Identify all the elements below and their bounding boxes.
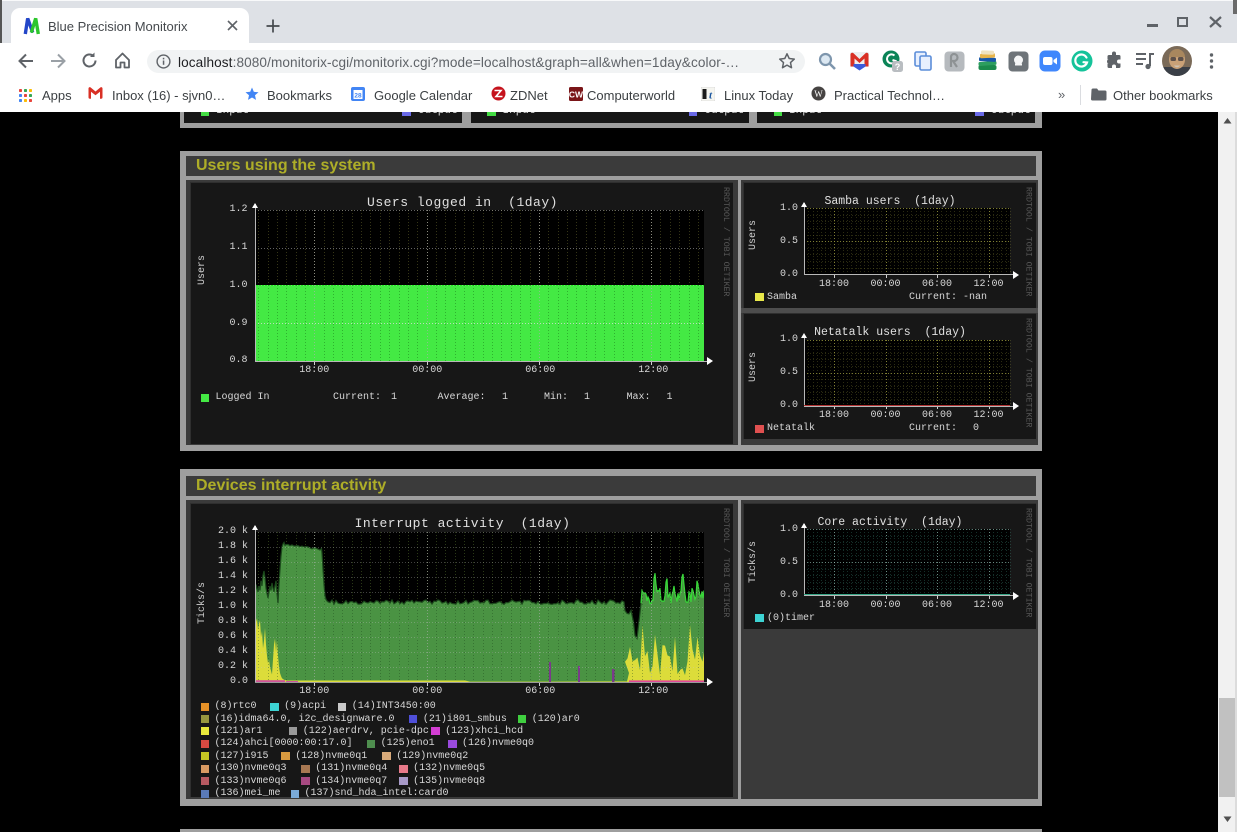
svg-text:?: ? bbox=[895, 62, 901, 72]
svg-text:28: 28 bbox=[354, 92, 362, 99]
svg-text:W: W bbox=[814, 89, 823, 99]
svg-text:CW: CW bbox=[569, 90, 583, 100]
